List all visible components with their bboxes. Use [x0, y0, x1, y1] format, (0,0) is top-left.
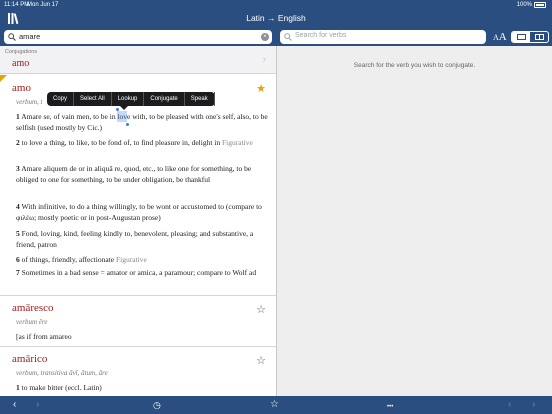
navigation-bar: Latin → English [0, 10, 552, 28]
entry-headword: amāresco [12, 302, 54, 314]
sense-number: 6 [16, 255, 20, 264]
history-icon[interactable]: ◷ [153, 399, 161, 411]
entry-amarico[interactable]: amārico verbum, transitiva āvī, ātum, ār… [0, 348, 276, 396]
sense-number: 1 [16, 383, 20, 392]
battery-percent: 100% [516, 2, 532, 8]
bottom-toolbar: ‹ › ◷ ☆ ••• ‹ › [0, 396, 552, 414]
sense-text: Amare se, of vain men, to be in love wit… [16, 112, 268, 132]
sense-number: 2 [16, 138, 20, 147]
entry-part-of-speech: verbum ēre [16, 318, 48, 326]
sense-text: Fond, loving, kind, feeling kindly to, b… [16, 229, 254, 249]
single-pane-icon [517, 34, 526, 40]
favorite-star-icon[interactable]: ★ [256, 82, 266, 95]
status-time: 11:14 PM [4, 2, 30, 8]
sense-text: to love a thing, to like, to be fond of,… [21, 138, 221, 147]
font-big-label: A [498, 31, 507, 43]
favorite-star-icon[interactable]: ☆ [256, 303, 266, 316]
favorite-star-icon[interactable]: ☆ [256, 354, 266, 367]
sense-number: 3 [16, 164, 20, 173]
verb-search-field[interactable]: Search for verbs [280, 30, 486, 44]
more-icon[interactable]: ••• [387, 401, 393, 413]
conjugation-hint: Search for the verb you wish to conjugat… [353, 62, 476, 69]
battery-icon [534, 2, 546, 8]
sense-7: 7 Sometimes in a bad sense = amator or a… [16, 268, 268, 279]
clear-search-icon[interactable]: × [261, 33, 269, 41]
edit-menu-pointer [120, 106, 128, 110]
word-search-value[interactable]: amare [19, 32, 40, 41]
split-pane-icon [535, 34, 544, 40]
text-selection-highlight [117, 111, 127, 122]
split-pane-option[interactable] [530, 32, 548, 42]
entry-part-of-speech: verbum, transitiva āvī, ātum, āre [16, 369, 108, 377]
sense-1: [as if from amareo [16, 332, 268, 343]
conjugation-pane: Search for the verb you wish to conjugat… [277, 46, 552, 396]
copy-menu-item[interactable]: Copy [47, 92, 75, 106]
dictionary-title: Latin → English [246, 13, 306, 23]
search-bar-row: amare × Search for verbs [0, 28, 552, 46]
entry-amaresco[interactable]: amāresco verbum ēre ☆ [as if from amareo [0, 297, 276, 347]
search-icon [284, 33, 292, 41]
entry-amo[interactable]: amo verbum, t ★ 1 Amare se, of vain men,… [0, 75, 276, 296]
word-search-field[interactable]: amare × [4, 30, 272, 44]
sense-4: 4 With infinitive, to do a thing willing… [16, 202, 268, 223]
sense-text: With infinitive, to do a thing willingly… [16, 202, 262, 222]
back-icon-right[interactable]: ‹ [508, 399, 511, 411]
sense-text: Sometimes in a bad sense = amator or ami… [21, 268, 257, 277]
conjugation-word: amo [12, 58, 30, 69]
sense-number: 5 [16, 229, 20, 238]
forward-icon-right[interactable]: › [532, 399, 535, 411]
sense-1: 1 Amare se, of vain men, to be in love w… [16, 112, 268, 133]
selection-end-handle[interactable] [126, 123, 129, 126]
bookmark-flag-icon [0, 75, 7, 82]
conjugation-row[interactable]: Conjugations amo › [0, 46, 276, 74]
entry-headword: amārico [12, 353, 48, 365]
sense-text: to make bitter (eccl. Latin) [21, 383, 102, 392]
sense-text: of things, friendly, affectionate [21, 255, 115, 264]
selection-start-handle[interactable] [116, 108, 119, 111]
font-size-button[interactable]: AA [493, 31, 507, 43]
sense-2: 2 to love a thing, to like, to be fond o… [16, 138, 268, 149]
conjugation-label: Conjugations [5, 49, 38, 55]
back-icon[interactable]: ‹ [13, 399, 16, 411]
sense-text: [as if from amareo [16, 332, 72, 341]
select-all-menu-item[interactable]: Select All [74, 92, 112, 106]
speak-menu-item[interactable]: Speak [185, 92, 215, 106]
sense-tag: Figurative [115, 255, 147, 264]
edit-menu: Copy Select All Lookup Conjugate Speak [47, 92, 215, 110]
sense-number: 1 [16, 112, 20, 121]
sense-3: 3 Amare aliquem de or in aliquā re, quod… [16, 164, 268, 185]
sense-tag: Figurative [222, 138, 253, 147]
sense-6: 6 of things, friendly, affectionate Figu… [16, 255, 268, 266]
entry-part-of-speech: verbum, t [16, 98, 43, 106]
lookup-menu-item[interactable]: Lookup [112, 92, 145, 106]
conjugate-menu-item[interactable]: Conjugate [144, 92, 185, 106]
chevron-right-icon: › [262, 54, 266, 65]
sense-number: 4 [16, 202, 20, 211]
layout-toggle[interactable] [511, 31, 549, 43]
entry-headword: amo [12, 82, 31, 94]
sense-5: 5 Fond, loving, kind, feeling kindly to,… [16, 229, 268, 250]
sense-number: 7 [16, 268, 20, 277]
verb-search-placeholder[interactable]: Search for verbs [295, 32, 346, 39]
sense-1: 1 to make bitter (eccl. Latin) [16, 383, 268, 394]
sense-text: Amare aliquem de or in aliquā re, quod, … [16, 164, 252, 184]
status-date: Mon Jun 17 [27, 2, 59, 8]
single-pane-option[interactable] [512, 32, 530, 42]
favorites-icon[interactable]: ☆ [270, 399, 279, 411]
search-icon [8, 33, 16, 41]
status-bar: 11:14 PM Mon Jun 17 100% [0, 0, 552, 10]
forward-icon[interactable]: › [36, 399, 39, 411]
